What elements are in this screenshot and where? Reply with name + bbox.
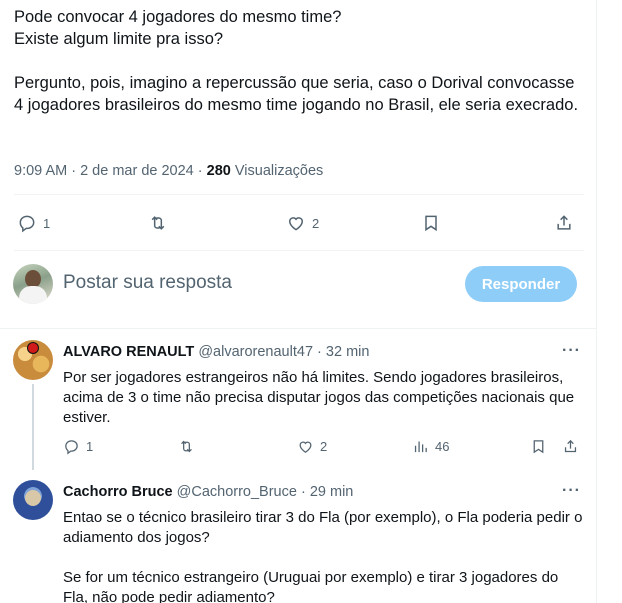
views-label: Visualizações — [230, 163, 324, 179]
reply-item[interactable]: ALVARO RENAULT @alvarorenault47 · 32 min… — [0, 340, 597, 470]
like-icon — [299, 441, 312, 453]
share-button[interactable] — [562, 438, 579, 455]
reply-author-handle[interactable]: @alvarorenault47 — [198, 344, 313, 360]
more-icon[interactable]: ··· — [562, 342, 581, 360]
conversation-column: Pode convocar 4 jogadores do mesmo time?… — [0, 0, 597, 603]
reply-count: 1 — [86, 439, 94, 454]
tweet-timestamp[interactable]: 9:09 AM · 2 de mar de 2024 · — [14, 163, 207, 179]
share-icon — [564, 439, 577, 453]
reply-author-name[interactable]: ALVARO RENAULT — [63, 344, 194, 360]
reply-count: 1 — [43, 215, 51, 231]
share-button[interactable] — [554, 213, 574, 233]
tweet-meta: 9:09 AM · 2 de mar de 2024 · 280 Visuali… — [14, 163, 323, 179]
like-count: 2 — [320, 439, 328, 454]
separator: · — [313, 344, 326, 360]
views-count: 46 — [435, 439, 450, 454]
reply-button[interactable]: 1 — [17, 213, 50, 233]
like-button[interactable]: 2 — [286, 213, 319, 233]
divider — [14, 194, 584, 195]
bookmark-button[interactable] — [421, 213, 441, 233]
reply-text: Entao se o técnico brasileiro tirar 3 do… — [63, 509, 583, 603]
tweet-text: Pode convocar 4 jogadores do mesmo time?… — [14, 8, 579, 114]
reply-avatar[interactable] — [13, 340, 53, 380]
reply-header: Cachorro Bruce @Cachorro_Bruce · 29 min — [63, 484, 353, 500]
views-count: 280 — [206, 163, 231, 179]
reply-submit-button[interactable]: Responder — [465, 266, 577, 302]
reply-avatar[interactable] — [13, 480, 53, 520]
views-button[interactable]: 46 — [412, 438, 449, 455]
reply-item[interactable]: Cachorro Bruce @Cachorro_Bruce · 29 min … — [0, 480, 597, 603]
user-avatar[interactable] — [13, 264, 53, 304]
reply-text: Por ser jogadores estrangeiros não há li… — [63, 369, 575, 426]
retweet-button[interactable] — [148, 213, 174, 233]
reply-author-handle[interactable]: @Cachorro_Bruce — [177, 484, 297, 500]
bookmark-icon — [425, 215, 437, 232]
divider — [14, 250, 584, 251]
like-count: 2 — [312, 215, 320, 231]
bookmark-button[interactable] — [530, 438, 547, 455]
like-button[interactable]: 2 — [297, 438, 327, 455]
divider — [0, 328, 597, 329]
views-icon — [414, 441, 427, 453]
reply-button[interactable]: 1 — [63, 438, 93, 455]
tweet-actions: 1 2 — [0, 203, 597, 243]
separator: · — [296, 484, 310, 500]
retweet-icon — [181, 440, 192, 453]
more-icon[interactable]: ··· — [562, 482, 581, 500]
reply-icon — [65, 440, 78, 455]
reply-header: ALVARO RENAULT @alvarorenault47 · 32 min — [63, 344, 369, 360]
reply-input[interactable]: Postar sua resposta — [63, 272, 232, 294]
reply-time[interactable]: 29 min — [310, 484, 354, 500]
bookmark-icon — [533, 440, 544, 454]
share-icon — [557, 215, 571, 230]
reply-actions: 1 2 46 — [0, 438, 597, 462]
reply-icon — [19, 215, 35, 233]
retweet-button[interactable] — [178, 438, 195, 455]
reply-composer: Postar sua resposta Responder — [0, 258, 597, 312]
like-icon — [288, 217, 304, 231]
retweet-icon — [151, 216, 165, 230]
reply-time[interactable]: 32 min — [326, 344, 370, 360]
reply-author-name[interactable]: Cachorro Bruce — [63, 484, 173, 500]
